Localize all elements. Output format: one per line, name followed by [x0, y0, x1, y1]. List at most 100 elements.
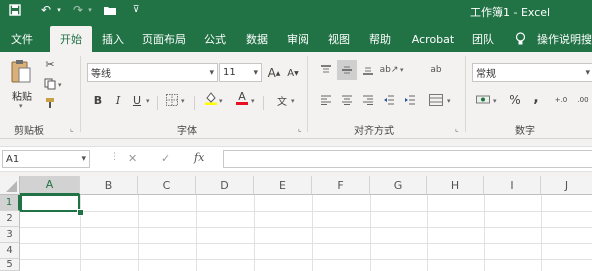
alignment-launcher-icon[interactable]: ⌞ [455, 124, 459, 133]
middle-align-icon[interactable] [337, 60, 357, 80]
window-title: 工作簿1 - Excel [470, 6, 551, 19]
name-box[interactable]: A1 ▾ [2, 150, 90, 168]
bold-button[interactable]: B [90, 92, 106, 108]
decrease-indent-icon[interactable] [381, 92, 397, 108]
fill-color-dropdown-icon[interactable]: ▾ [219, 97, 223, 105]
merge-center-icon[interactable] [428, 92, 444, 108]
column-header[interactable]: D [196, 176, 254, 195]
font-size-value: 11 [223, 67, 236, 78]
align-center-icon[interactable] [339, 92, 355, 108]
cancel-entry-button[interactable]: ✕ [128, 152, 137, 165]
paste-icon[interactable] [10, 58, 34, 86]
font-color-dropdown-icon[interactable]: ▾ [251, 97, 255, 105]
tab-file[interactable]: 文件 [8, 28, 36, 50]
column-header[interactable]: E [254, 176, 312, 195]
save-icon[interactable] [7, 2, 23, 18]
italic-button[interactable]: I [110, 92, 126, 108]
cut-icon[interactable]: ✂ [42, 56, 58, 72]
column-header[interactable]: C [138, 176, 196, 195]
chevron-down-icon[interactable]: ▾ [81, 154, 86, 164]
grow-font-button[interactable]: A ▲ [266, 65, 282, 81]
row-header[interactable]: 1 [0, 195, 20, 211]
undo-dropdown-icon[interactable]: ▾ [51, 2, 67, 18]
underline-button[interactable]: U [129, 92, 145, 108]
borders-icon[interactable] [164, 92, 180, 108]
column-header[interactable]: G [370, 176, 427, 195]
clipboard-launcher-icon[interactable]: ⌞ [70, 124, 74, 133]
row-header[interactable]: 5 [0, 259, 20, 271]
row-header[interactable]: 2 [0, 211, 20, 227]
increase-indent-icon[interactable] [402, 92, 418, 108]
format-painter-icon[interactable] [42, 95, 58, 111]
merge-dropdown-icon[interactable]: ▾ [447, 97, 451, 105]
open-folder-icon[interactable] [102, 2, 118, 18]
orientation-dropdown-icon[interactable]: ▾ [400, 66, 404, 74]
tab-formulas[interactable]: 公式 [201, 28, 229, 50]
column-header[interactable]: J [541, 176, 592, 195]
tab-view[interactable]: 视图 [325, 28, 353, 50]
align-right-icon[interactable] [360, 92, 376, 108]
increase-decimal-button[interactable]: +.0 [551, 92, 571, 108]
formula-bar: A1 ▾ ⋮ ✕ ✓ fx [0, 146, 592, 172]
worksheet-grid: A B C D E F G H I J 1 2 3 4 5 [0, 176, 592, 271]
borders-dropdown-icon[interactable]: ▾ [181, 97, 185, 105]
column-header[interactable]: I [484, 176, 541, 195]
tab-home[interactable]: 开始 [50, 26, 92, 52]
divider [194, 96, 195, 110]
tab-review[interactable]: 审阅 [284, 28, 312, 50]
tab-help[interactable]: 帮助 [366, 28, 394, 50]
font-size-select[interactable]: 11 ▾ [219, 63, 262, 82]
column-header[interactable]: B [80, 176, 138, 195]
formula-input[interactable] [223, 150, 592, 168]
fill-handle[interactable] [77, 209, 84, 216]
font-color-button[interactable]: A [234, 90, 250, 106]
number-format-select[interactable]: 常规 ▾ [472, 63, 592, 82]
comma-style-button[interactable]: , [528, 90, 544, 106]
accounting-format-icon[interactable] [475, 92, 491, 108]
redo-dropdown-icon[interactable]: ▾ [82, 2, 98, 18]
tab-data[interactable]: 数据 [243, 28, 271, 50]
row-header[interactable]: 3 [0, 227, 20, 243]
paste-button[interactable]: 粘贴 [12, 88, 32, 103]
decrease-decimal-button[interactable]: .00 [574, 92, 592, 108]
wrap-text-icon[interactable]: ab [428, 62, 444, 78]
fill-color-icon[interactable] [203, 90, 219, 106]
tab-page-layout[interactable]: 页面布局 [138, 28, 190, 50]
ribbon-tabs: 文件 开始 插入 页面布局 公式 数据 审阅 视图 帮助 Acrobat 团队 … [0, 22, 592, 52]
tell-me-search[interactable]: 操作说明搜 [537, 28, 592, 50]
bottom-align-icon[interactable] [360, 62, 376, 78]
phonetic-dropdown-icon[interactable]: ▾ [291, 97, 295, 105]
lightbulb-icon[interactable] [512, 28, 528, 50]
tab-insert[interactable]: 插入 [99, 28, 127, 50]
accounting-dropdown-icon[interactable]: ▾ [493, 97, 497, 105]
copy-icon[interactable] [42, 76, 58, 92]
customize-qat-icon[interactable]: ⊽ [128, 2, 144, 18]
row-header[interactable]: 4 [0, 243, 20, 259]
drag-handle-icon[interactable]: ⋮ [110, 152, 119, 162]
align-left-icon[interactable] [318, 92, 334, 108]
font-name-select[interactable]: 等线 ▾ [87, 63, 218, 82]
orientation-icon[interactable]: ab↗ [380, 62, 399, 78]
selected-cell-a1[interactable] [20, 194, 80, 212]
tab-acrobat[interactable]: Acrobat [408, 28, 458, 50]
tab-team[interactable]: 团队 [469, 28, 497, 50]
font-launcher-icon[interactable]: ⌞ [298, 124, 302, 133]
chevron-down-icon[interactable]: ▾ [209, 68, 214, 78]
phonetic-guide-button[interactable]: 文 [274, 92, 290, 108]
chevron-down-icon[interactable]: ▾ [585, 68, 590, 78]
chevron-down-icon[interactable]: ▾ [253, 68, 258, 78]
shrink-font-button[interactable]: A ▼ [285, 65, 301, 81]
column-header[interactable]: A [20, 176, 80, 195]
column-header[interactable]: H [427, 176, 484, 195]
title-bar: ↶ ▾ ↷ ▾ ⊽ 工作簿1 - Excel [0, 0, 592, 22]
select-all-button[interactable] [0, 176, 20, 195]
confirm-entry-button[interactable]: ✓ [161, 152, 170, 165]
underline-dropdown-icon[interactable]: ▾ [146, 97, 150, 105]
paste-dropdown-icon[interactable]: ▾ [19, 102, 23, 110]
insert-function-button[interactable]: fx [194, 151, 204, 164]
column-header[interactable]: F [312, 176, 370, 195]
copy-dropdown-icon[interactable]: ▾ [58, 81, 62, 89]
top-align-icon[interactable] [318, 62, 334, 78]
divider [465, 56, 466, 132]
percent-style-button[interactable]: % [507, 92, 523, 108]
